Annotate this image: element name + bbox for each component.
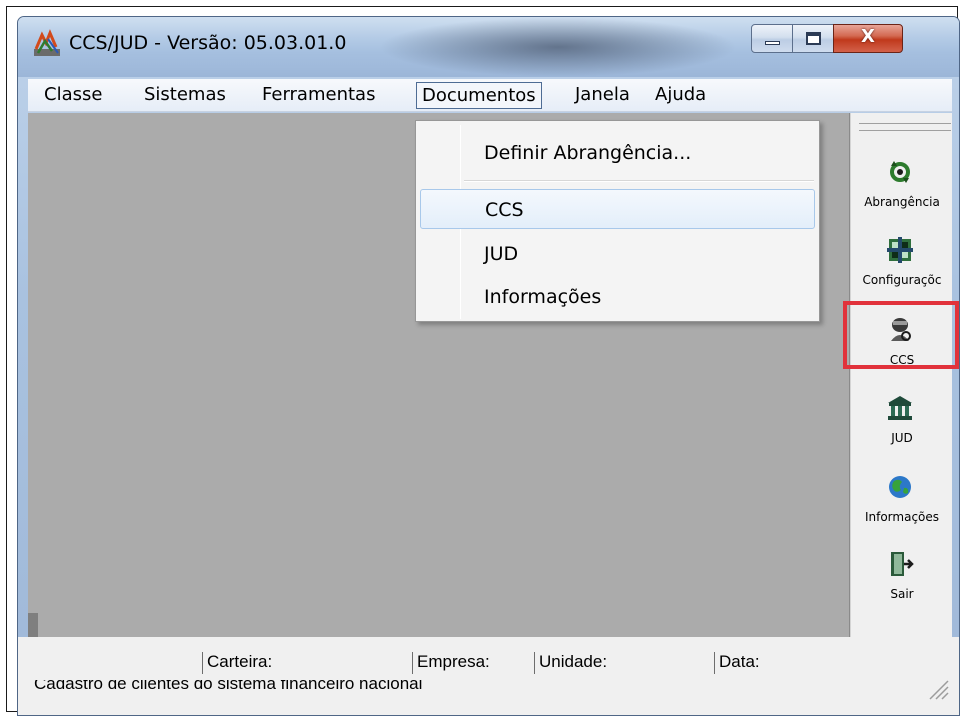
toolbar-label-abrangencia: Abrangência bbox=[864, 195, 940, 209]
menu-item-label: JUD bbox=[484, 243, 519, 265]
menu-classe[interactable]: Classe bbox=[39, 82, 107, 109]
toolbar-button-informacoes[interactable]: Informações bbox=[851, 468, 953, 540]
menu-item-label: CCS bbox=[485, 199, 524, 221]
menu-documentos[interactable]: Documentos bbox=[416, 82, 542, 109]
toolbar-button-configuracao[interactable]: Configuraçõc bbox=[851, 231, 953, 303]
window-title: CCS/JUD - Versão: 05.03.01.0 bbox=[69, 32, 347, 54]
menu-item-label: Informações bbox=[484, 286, 602, 308]
settings-grid-icon bbox=[887, 237, 913, 263]
close-button[interactable]: X bbox=[833, 24, 903, 53]
app-icon bbox=[34, 29, 60, 56]
status-panel-empresa: Empresa: bbox=[412, 652, 552, 674]
menu-item-jud[interactable]: JUD bbox=[420, 234, 815, 274]
minimize-icon bbox=[765, 41, 780, 45]
close-icon: X bbox=[861, 26, 875, 47]
title-bar[interactable]: CCS/JUD - Versão: 05.03.01.0 X bbox=[18, 17, 959, 77]
status-carteira-label: Carteira: bbox=[207, 652, 273, 671]
status-panel-carteira: Carteira: bbox=[202, 652, 412, 674]
status-data-label: Data: bbox=[719, 652, 760, 671]
menu-item-informacoes[interactable]: Informações bbox=[420, 277, 815, 317]
menu-ferramentas[interactable]: Ferramentas bbox=[257, 82, 380, 109]
toolbar-button-abrangencia[interactable]: Abrangência bbox=[851, 153, 953, 225]
maximize-icon bbox=[806, 32, 821, 45]
toolbar-label-configuracao: Configuraçõc bbox=[862, 273, 942, 287]
documentos-dropdown-menu: Definir Abrangência... CCS JUD Informaçõ… bbox=[415, 120, 820, 322]
status-unidade-label: Unidade: bbox=[539, 652, 608, 671]
ccs-highlight-box bbox=[843, 301, 959, 369]
status-fields: Carteira: Empresa: Unidade: Data: bbox=[34, 652, 954, 674]
status-empresa-label: Empresa: bbox=[417, 652, 490, 671]
refresh-arrows-icon bbox=[890, 161, 910, 183]
exit-door-icon bbox=[891, 552, 914, 576]
side-toolbar: Abrangência Configuraçõc CCS JUD Informa… bbox=[850, 113, 952, 663]
menu-separator bbox=[464, 180, 814, 182]
toolbar-button-jud[interactable]: JUD bbox=[851, 389, 953, 461]
status-panel-data: Data: bbox=[714, 652, 874, 674]
resize-grip-icon[interactable] bbox=[924, 675, 950, 701]
toolbar-button-sair[interactable]: Sair bbox=[851, 545, 953, 617]
menu-item-label: Definir Abrangência... bbox=[484, 142, 692, 164]
menu-janela[interactable]: Janela bbox=[570, 82, 635, 109]
minimize-button[interactable] bbox=[751, 24, 793, 53]
courthouse-icon bbox=[888, 396, 912, 420]
maximize-button[interactable] bbox=[792, 24, 834, 53]
toolbar-label-jud: JUD bbox=[891, 431, 913, 445]
menu-bar: Classe Sistemas Ferramentas Documentos J… bbox=[28, 79, 952, 112]
globe-icon bbox=[889, 476, 911, 498]
menu-sistemas[interactable]: Sistemas bbox=[139, 82, 231, 109]
menu-item-definir-abrangencia[interactable]: Definir Abrangência... bbox=[420, 133, 815, 173]
menu-ajuda[interactable]: Ajuda bbox=[650, 82, 711, 109]
toolbar-label-sair: Sair bbox=[890, 587, 914, 601]
toolbar-grip[interactable] bbox=[859, 123, 951, 131]
toolbar-label-informacoes: Informações bbox=[864, 510, 940, 524]
status-panel-unidade: Unidade: bbox=[534, 652, 714, 674]
menu-item-ccs[interactable]: CCS bbox=[420, 189, 815, 229]
